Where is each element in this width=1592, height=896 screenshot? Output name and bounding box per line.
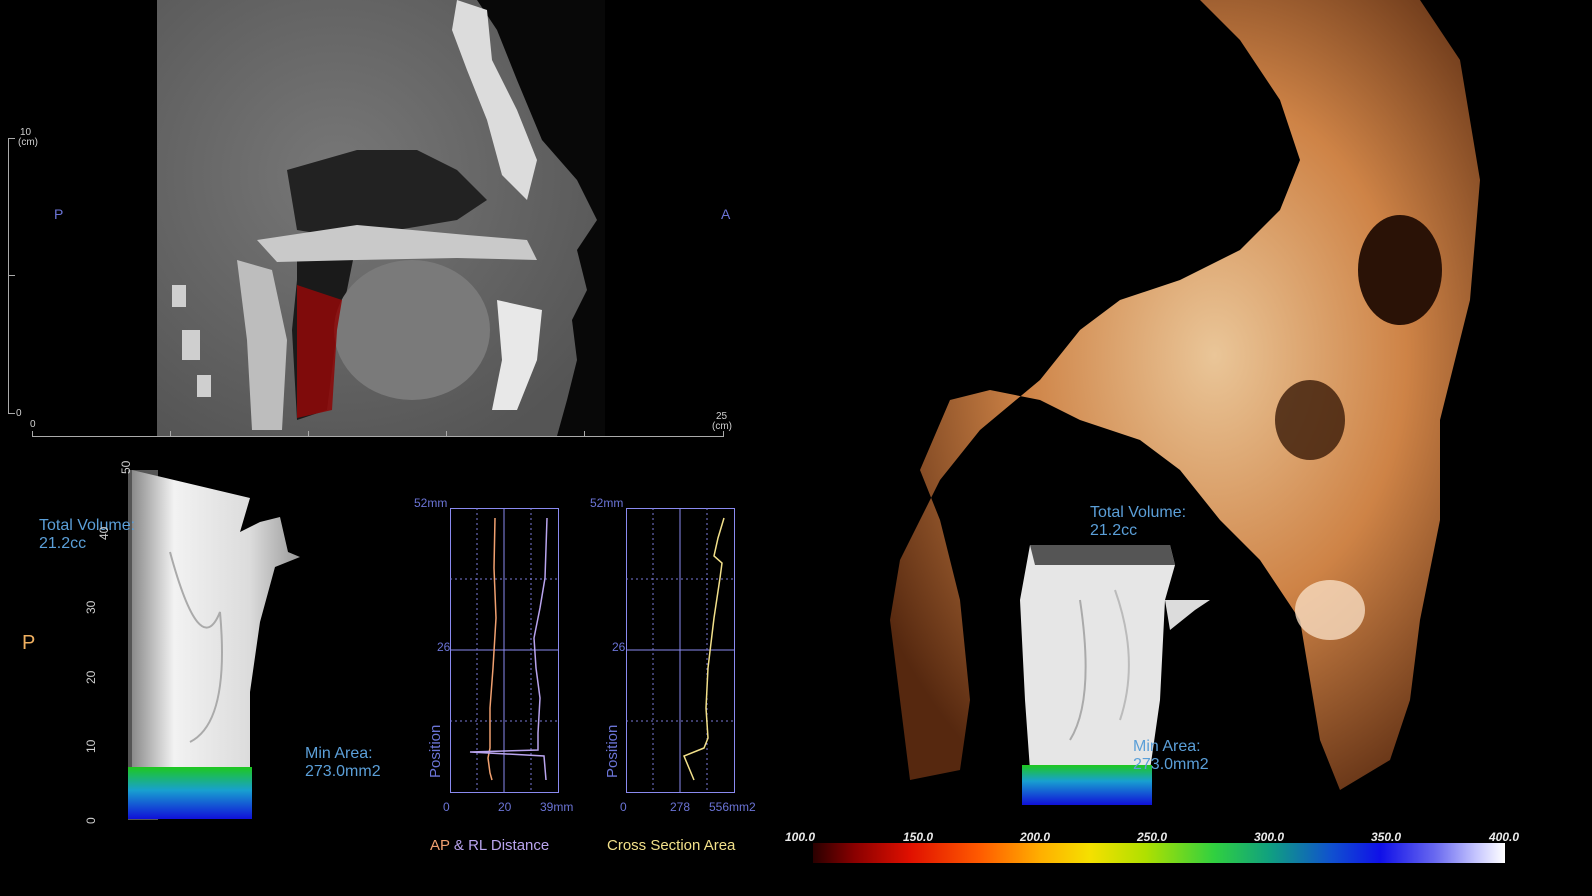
- left-total-volume-label: Total Volume:: [39, 517, 136, 534]
- color-scale-bar: [813, 843, 1505, 863]
- ap-rl-mid-value: 26: [437, 640, 451, 654]
- height-tick: 40: [97, 526, 111, 540]
- ap-rl-title-ap: AP: [430, 837, 450, 854]
- csa-x-tick: 278: [670, 800, 691, 814]
- color-scale-label: 400.0: [1489, 830, 1520, 844]
- vertical-ruler-top-unit: (cm): [18, 137, 38, 148]
- right-min-area-label: Min Area:: [1133, 738, 1201, 755]
- ct-sagittal-view[interactable]: [157, 0, 605, 436]
- csa-mid-value: 26: [612, 640, 626, 654]
- color-scale-label: 250.0: [1137, 830, 1168, 844]
- csa-top-value: 52mm: [590, 496, 624, 510]
- right-min-area-value: 273.0mm2: [1133, 756, 1209, 773]
- horizontal-ruler-right-unit: (cm): [712, 421, 732, 432]
- ap-distance-line: [487, 517, 497, 781]
- csa-y-axis-label: Position: [604, 724, 621, 778]
- height-tick: 10: [84, 739, 98, 753]
- ap-rl-x-tick: 39mm: [540, 800, 574, 814]
- color-scale-label: 100.0: [785, 830, 816, 844]
- ap-rl-title: AP & RL Distance: [430, 837, 549, 854]
- left-total-volume-value: 21.2cc: [39, 535, 87, 552]
- ct-posterior-label: P: [54, 206, 64, 222]
- skull-volume-render: [890, 0, 1480, 805]
- csa-x-tick: 0: [620, 800, 627, 814]
- height-tick: 50: [119, 460, 133, 474]
- vertical-ruler-bottom-value: 0: [16, 408, 22, 419]
- horizontal-ruler: [32, 431, 724, 437]
- cross-section-area-line: [683, 517, 725, 781]
- height-tick: 30: [84, 600, 98, 614]
- left-min-area-value: 273.0mm2: [305, 763, 381, 780]
- ap-rl-x-tick: 0: [443, 800, 450, 814]
- rl-distance-line: [469, 517, 548, 781]
- csa-x-tick: 556mm2: [709, 800, 756, 814]
- ap-rl-x-tick: 20: [498, 800, 512, 814]
- ap-rl-chart: [450, 508, 559, 793]
- csa-chart: [626, 508, 735, 793]
- color-scale-label: 350.0: [1371, 830, 1402, 844]
- right-total-volume-label: Total Volume:: [1090, 504, 1187, 521]
- left-orientation-label: P: [22, 632, 36, 654]
- color-scale-label: 300.0: [1254, 830, 1285, 844]
- ap-rl-top-value: 52mm: [414, 496, 448, 510]
- height-tick: 0: [84, 817, 98, 824]
- horizontal-ruler-left-value: 0: [30, 419, 36, 430]
- ap-rl-title-rest: & RL Distance: [449, 837, 550, 854]
- ap-rl-y-axis-label: Position: [427, 724, 444, 778]
- volume-render-view[interactable]: [880, 0, 1520, 820]
- csa-title: Cross Section Area: [607, 837, 736, 854]
- right-total-volume-value: 21.2cc: [1090, 522, 1138, 539]
- ct-anterior-label: A: [721, 206, 731, 222]
- airway-model-view[interactable]: [110, 462, 310, 822]
- color-scale-label: 200.0: [1020, 830, 1051, 844]
- left-min-area-label: Min Area:: [305, 745, 373, 762]
- ct-sagittal-image: [157, 0, 605, 436]
- airway-model-image: [128, 470, 300, 820]
- height-tick: 20: [84, 670, 98, 684]
- color-scale-label: 150.0: [903, 830, 934, 844]
- vertical-ruler: [8, 138, 19, 414]
